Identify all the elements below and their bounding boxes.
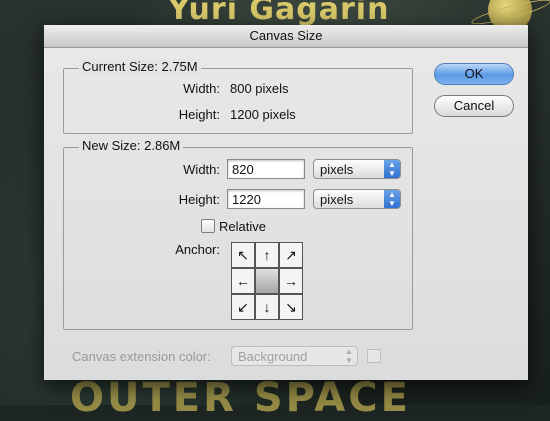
current-size-label: Current Size: 2.75M — [79, 59, 201, 74]
poster-bottom-text: OUTER SPACE — [70, 375, 411, 421]
new-size-label: New Size: 2.86M — [79, 138, 184, 153]
current-height-value: 1200 pixels — [230, 107, 296, 122]
anchor-bottom-left[interactable]: ↙ — [231, 294, 255, 320]
width-input[interactable]: 820 — [227, 159, 305, 179]
chevron-updown-icon: ▲ ▼ — [345, 347, 353, 365]
current-width-label: Width: — [183, 81, 220, 96]
new-width-label: Width: — [183, 162, 220, 177]
height-input[interactable]: 1220 — [227, 189, 305, 209]
current-height-label: Height: — [178, 107, 220, 122]
anchor-top-left[interactable]: ↖ — [231, 242, 255, 268]
width-unit-select[interactable]: pixels ▲ ▼ — [313, 159, 401, 179]
anchor-label: Anchor: — [175, 242, 220, 257]
anchor-center[interactable] — [255, 268, 279, 294]
chevron-updown-icon: ▲ ▼ — [384, 190, 400, 208]
anchor-bottom-right[interactable]: ↘ — [279, 294, 303, 320]
anchor-top-right[interactable]: ↗ — [279, 242, 303, 268]
extension-color-swatch[interactable] — [367, 349, 381, 363]
dialog-title: Canvas Size — [44, 25, 528, 48]
extension-color-value: Background — [238, 349, 308, 364]
anchor-left[interactable]: ← — [231, 268, 255, 294]
poster-title: Yuri Gagarin — [168, 0, 390, 27]
relative-label: Relative — [219, 219, 266, 234]
current-size-group — [63, 68, 413, 134]
width-unit-value: pixels — [320, 162, 354, 177]
ok-button[interactable]: OK — [434, 63, 514, 85]
current-width-value: 800 pixels — [230, 81, 289, 96]
extension-color-select[interactable]: Background ▲ ▼ — [231, 346, 358, 366]
height-unit-select[interactable]: pixels ▲ ▼ — [313, 189, 401, 209]
height-unit-value: pixels — [320, 192, 354, 207]
anchor-grid: ↖ ↑ ↗ ← → ↙ ↓ ↘ — [231, 242, 303, 320]
extension-color-label: Canvas extension color: — [72, 349, 211, 364]
anchor-bottom[interactable]: ↓ — [255, 294, 279, 320]
canvas-size-dialog: Canvas Size Current Size: 2.75M Width: 8… — [44, 25, 528, 380]
anchor-top[interactable]: ↑ — [255, 242, 279, 268]
relative-checkbox[interactable] — [201, 219, 215, 233]
new-height-label: Height: — [178, 192, 220, 207]
cancel-button[interactable]: Cancel — [434, 95, 514, 117]
chevron-updown-icon: ▲ ▼ — [384, 160, 400, 178]
anchor-right[interactable]: → — [279, 268, 303, 294]
